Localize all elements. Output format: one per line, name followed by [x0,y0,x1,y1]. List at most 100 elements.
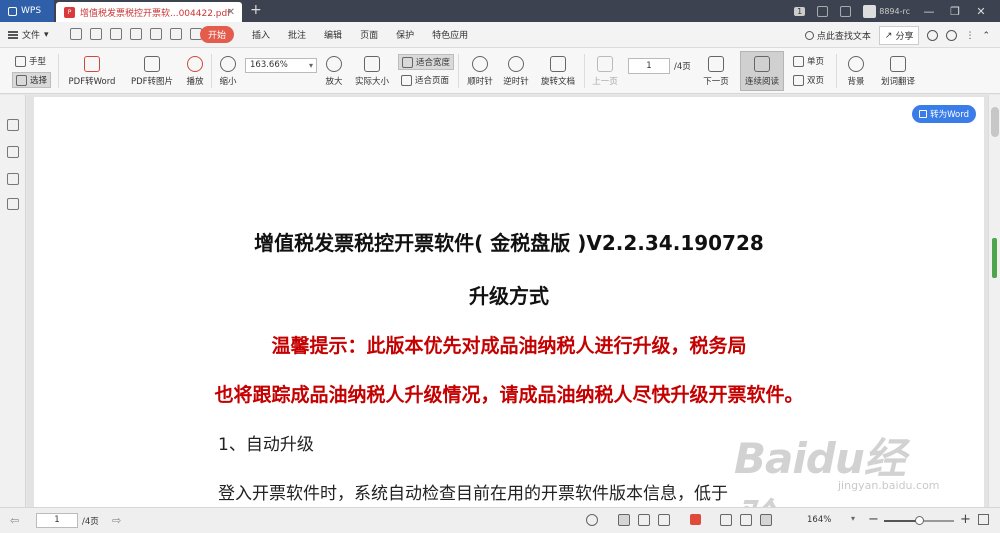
thumbnail-icon[interactable] [7,146,19,158]
tab-insert[interactable]: 插入 [252,28,270,41]
tab-special[interactable]: 特色应用 [432,28,468,41]
fit-page-label: 适合页面 [415,76,450,86]
actual-size-button[interactable]: 实际大小 [352,56,392,87]
new-tab-button[interactable]: + [250,2,262,18]
print-preview-icon[interactable] [130,28,142,40]
restore-icon[interactable]: ❐ [948,5,962,18]
double-view-icon[interactable] [658,514,670,526]
minimize-icon[interactable]: — [922,5,936,18]
tab-start[interactable]: 开始 [200,26,235,43]
window-mode-icon[interactable] [840,5,852,17]
document-page: 转为Word 增值税发票税控开票软件( 金税盘版 )V2.2.34.190728… [34,97,984,507]
save-icon[interactable] [90,28,102,40]
zoom-in-label: 放大 [325,77,343,87]
hamburger-icon [8,30,18,39]
background-button[interactable]: 背景 [842,56,870,87]
play-label: 播放 [186,77,204,87]
prev-page-button[interactable]: 上一页 [590,56,620,87]
pdf-to-image-button[interactable]: PDF转图片 [126,56,178,87]
baidu-watermark: Baidu经验 jingyan.baidu.com [734,419,944,507]
select-tool-label: 选择 [30,76,48,86]
attachment-icon[interactable] [7,198,19,210]
rotate-document-button[interactable]: 旋转文档 [538,56,578,87]
document-tab[interactable]: P 增值税发票税控开票软...004422.pdf ✕ [56,2,242,22]
outline-icon[interactable] [7,119,19,131]
tab-protect[interactable]: 保护 [396,28,414,41]
page-number-input[interactable]: 1 [628,58,670,74]
scroll-position-marker [992,238,997,278]
tab-edit[interactable]: 编辑 [324,28,342,41]
menu-bar: 文件 ▾ 开始 插入 批注 编辑 页面 保护 特色应用 点此查找文本 ↗ 分享 … [0,22,1000,48]
wps-home-label: WPS [21,6,42,16]
tab-page[interactable]: 页面 [360,28,378,41]
fullscreen-icon[interactable] [978,514,989,525]
help-icon[interactable] [946,30,958,41]
status-page-input[interactable]: 1 [36,513,78,528]
page-count-badge[interactable]: 1 [794,6,806,16]
play-button[interactable]: 播放 [184,56,206,87]
skin-icon[interactable] [817,5,829,17]
undo-icon[interactable] [170,28,182,40]
zoom-select[interactable]: 163.66% [245,58,317,73]
document-subtitle: 升级方式 [469,284,549,308]
next-page-button[interactable]: 下一页 [700,56,732,87]
continuous-read-button[interactable]: 连续阅读 [742,56,782,87]
rotate-document-icon [550,56,566,72]
fit-width-label: 适合宽度 [416,58,451,68]
word-translate-button[interactable]: 划词翻译 [878,56,918,87]
zoom-in-button[interactable]: 放大 [322,56,346,87]
play-slideshow-icon[interactable] [690,514,701,525]
zoom-slider[interactable] [884,516,954,525]
share-button[interactable]: ↗ 分享 [878,26,920,45]
zoom-out-button[interactable]: 缩小 [216,56,240,87]
zoom-out-status-icon[interactable]: − [868,512,879,527]
continuous-read-icon [754,56,770,72]
single-page-button[interactable]: 单页 [790,54,827,68]
zoom-slider-knob[interactable] [914,516,924,525]
fit-page-button[interactable]: 适合页面 [398,73,452,87]
fit-width-button[interactable]: 适合宽度 [398,54,455,70]
user-account[interactable]: 8894-rc [863,4,910,18]
open-folder-icon[interactable] [70,28,82,40]
print-icon[interactable] [110,28,122,40]
export-icon[interactable] [150,28,162,40]
rotate-clockwise-button[interactable]: 顺时针 [464,56,496,87]
tab-comment[interactable]: 批注 [288,28,306,41]
double-page-label: 双页 [807,76,825,86]
file-menu[interactable]: 文件 ▾ [8,28,49,41]
collapse-ribbon-icon[interactable]: ⌃ [982,31,990,41]
rotate-counterclockwise-button[interactable]: 逆时针 [500,56,532,87]
vertical-scrollbar[interactable] [988,95,1000,507]
more-icon[interactable]: ⋮ [965,31,974,41]
close-window-icon[interactable]: ✕ [974,5,988,18]
next-page-label: 下一页 [703,77,729,87]
hand-tool-button[interactable]: 手型 [12,54,49,68]
fit-page-status-icon[interactable] [740,514,752,526]
pdf-to-word-icon [84,56,100,72]
eye-icon[interactable] [586,514,598,526]
chevron-down-icon: ▾ [44,29,49,40]
close-tab-icon[interactable]: ✕ [227,7,235,18]
prev-page-status-icon[interactable]: ⇦ [10,514,19,527]
pdf-to-word-button[interactable]: PDF转Word [66,56,118,87]
double-page-button[interactable]: 双页 [790,73,827,87]
zoom-dropdown-icon[interactable]: ▾ [851,514,855,523]
select-tool-button[interactable]: 选择 [12,72,52,88]
paragraph-text: 登入开票软件时，系统自动检查目前在用的开票软件版本信息，低于 [218,484,728,504]
actual-size-status-icon[interactable] [720,514,732,526]
find-text-button[interactable]: 点此查找文本 [804,29,871,42]
fit-width-status-icon[interactable] [760,514,772,526]
double-page-icon [793,74,804,86]
single-view-icon[interactable] [638,514,650,526]
scrollbar-thumb[interactable] [991,107,999,137]
arrow-left-icon [597,56,613,72]
zoom-in-status-icon[interactable]: + [960,512,971,527]
continuous-view-icon[interactable] [618,514,630,526]
settings-icon[interactable] [927,30,939,41]
annotation-icon[interactable] [7,173,19,185]
next-page-status-icon[interactable]: ⇨ [112,514,121,527]
fit-page-icon [401,74,412,86]
wps-home-tab[interactable]: WPS [0,0,54,22]
zoom-in-icon [326,56,342,72]
convert-to-word-button[interactable]: 转为Word [912,105,976,123]
